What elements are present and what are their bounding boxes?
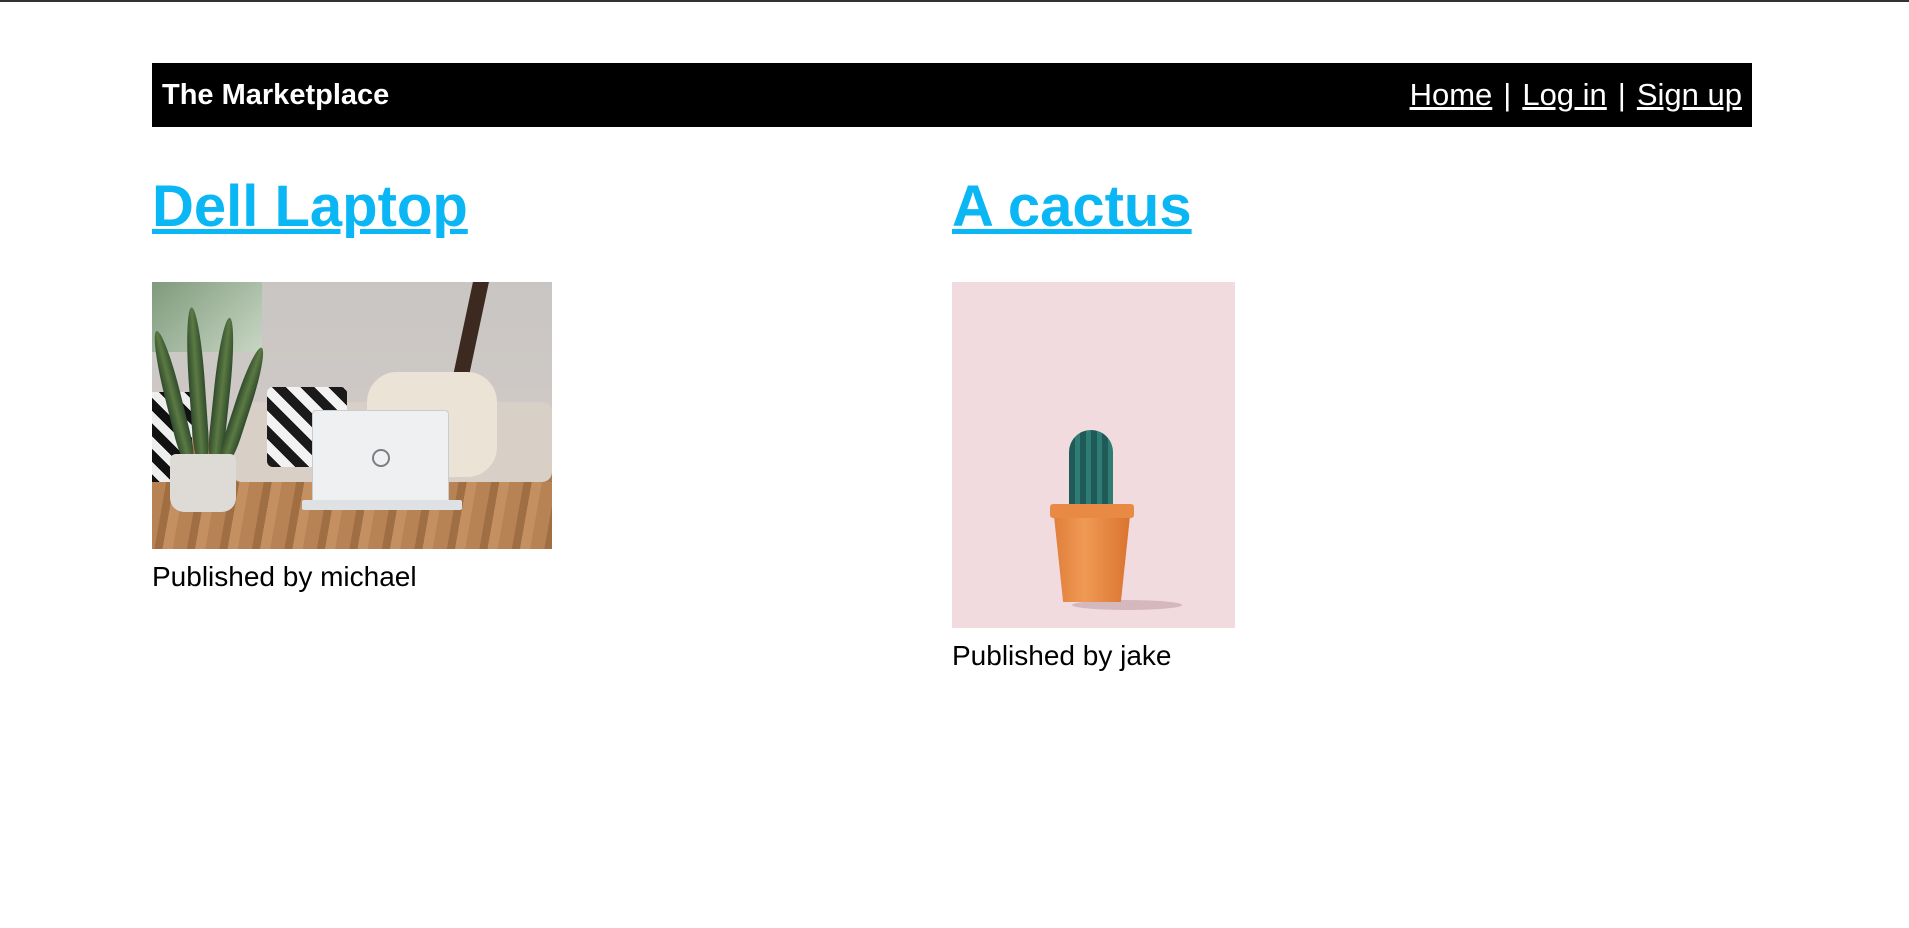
top-border-line [0,0,1909,2]
photo-pot-detail [1054,516,1130,602]
photo-plant-pot [170,454,236,512]
published-author: jake [1120,640,1172,671]
photo-laptop-base [302,500,462,510]
photo-pot-rim [1050,504,1134,518]
nav-signup-link[interactable]: Sign up [1637,77,1742,113]
listing-title: Dell Laptop [152,172,552,242]
nav-separator: | [1617,77,1626,112]
photo-window-detail [152,282,262,352]
nav-separator: | [1503,77,1512,112]
listing-title-link[interactable]: Dell Laptop [152,174,468,239]
published-author: michael [320,561,417,592]
listing-title: A cactus [952,172,1235,242]
listing-card: Dell Laptop Published by michael [152,172,552,593]
published-by: Published by jake [952,640,1235,672]
brand-title: The Marketplace [162,78,390,111]
navbar: The Marketplace Home | Log in | Sign up [152,63,1752,127]
nav-home-link[interactable]: Home [1410,77,1493,113]
laptop-photo[interactable] [152,282,552,549]
photo-cactus-detail [1069,430,1113,514]
nav-login-link[interactable]: Log in [1522,77,1606,113]
cactus-photo[interactable] [952,282,1235,628]
listing-title-link[interactable]: A cactus [952,174,1192,239]
dell-logo-icon [372,449,390,467]
listing-card: A cactus Published by jake [952,172,1235,672]
published-prefix: Published by [152,561,321,592]
nav-links: Home | Log in | Sign up [1410,77,1742,113]
published-prefix: Published by [952,640,1121,671]
published-by: Published by michael [152,561,552,593]
